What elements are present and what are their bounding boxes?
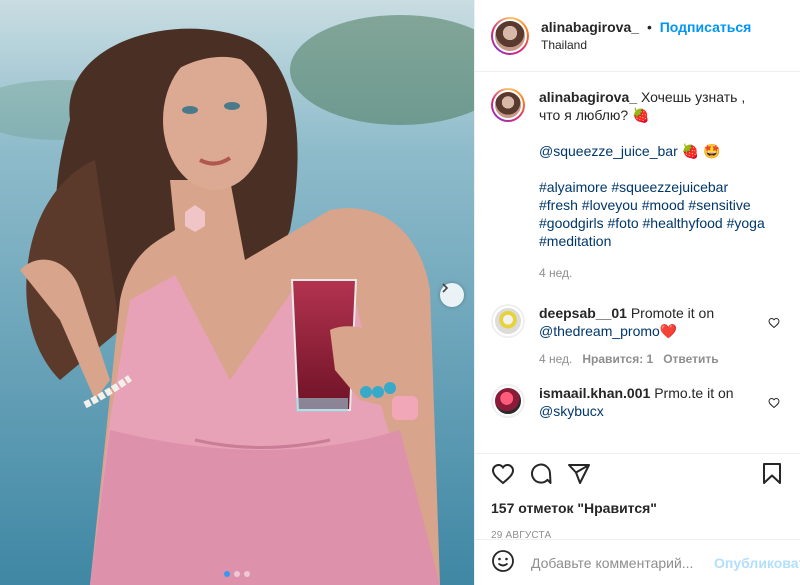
comment-body: ismaail.khan.001 Prmo.te it on @skybucx: [539, 384, 765, 420]
comment-icon[interactable]: [529, 462, 553, 489]
commenter-username[interactable]: deepsab__01: [539, 305, 627, 321]
heart-icon[interactable]: [768, 396, 780, 412]
add-comment-input[interactable]: [529, 553, 714, 572]
caption-avatar[interactable]: [491, 88, 525, 122]
avatar-image: [493, 386, 523, 416]
author-username[interactable]: alinabagirova_: [541, 19, 639, 35]
caption-time[interactable]: 4 нед.: [539, 264, 572, 282]
comment-mention[interactable]: @thedream_promo: [539, 323, 660, 339]
comment-text: Promote it on: [630, 305, 715, 321]
next-slide-button[interactable]: [440, 283, 464, 307]
action-icons: [491, 458, 784, 492]
comment-body: deepsab__01 Promote it on @thedream_prom…: [539, 304, 765, 368]
location-link[interactable]: Thailand: [541, 36, 751, 54]
caption-hashtags[interactable]: #alyaimore #squeezzejuicebar #fresh #lov…: [539, 178, 765, 250]
comment-mention[interactable]: @skybucx: [539, 403, 604, 419]
caption-mention[interactable]: @squeezze_juice_bar: [539, 143, 678, 159]
carousel-indicator: [0, 571, 474, 577]
strawberry-emoji: 🍓: [632, 107, 650, 123]
emoji-icon[interactable]: [491, 549, 515, 576]
avatar-image: [493, 306, 523, 336]
carousel-dot: [234, 571, 240, 577]
likes-count[interactable]: 157 отметок "Нравится": [491, 500, 784, 516]
publish-button[interactable]: Опубликовать: [714, 555, 800, 571]
commenter-avatar[interactable]: [491, 384, 525, 418]
share-icon[interactable]: [567, 462, 591, 489]
reply-button[interactable]: Ответить: [663, 350, 718, 368]
commenter-username[interactable]: ismaail.khan.001: [539, 385, 650, 401]
follow-button[interactable]: Подписаться: [660, 19, 752, 35]
post: alinabagirova_ • Подписаться Thailand al…: [0, 0, 800, 585]
heart-icon[interactable]: [768, 316, 780, 332]
comments-area: alinabagirova_ Хочешь узнать , что я люб…: [475, 72, 800, 454]
carousel-dot: [224, 571, 230, 577]
save-icon[interactable]: [760, 462, 784, 489]
comment-item: deepsab__01 Promote it on @thedream_prom…: [491, 304, 784, 368]
like-icon[interactable]: [491, 462, 515, 489]
commenter-avatar[interactable]: [491, 304, 525, 338]
carousel-dot: [244, 571, 250, 577]
comment-time[interactable]: 4 нед.: [539, 350, 572, 368]
avatar-image: [493, 18, 527, 53]
caption-username[interactable]: alinabagirova_: [539, 89, 637, 105]
post-header: alinabagirova_ • Подписаться Thailand: [475, 0, 800, 72]
caption: alinabagirova_ Хочешь узнать , что я люб…: [491, 88, 784, 282]
caption-body: alinabagirova_ Хочешь узнать , что я люб…: [539, 88, 765, 282]
post-sidebar: alinabagirova_ • Подписаться Thailand al…: [474, 0, 800, 585]
comment-text: Prmo.te it on: [654, 385, 734, 401]
author-avatar[interactable]: [491, 16, 529, 55]
avatar-image: [493, 90, 523, 120]
heart-emoji: ❤️: [659, 323, 678, 339]
author-info: alinabagirova_ • Подписаться Thailand: [541, 18, 751, 54]
post-actions: 157 отметок "Нравится" 29 августа: [475, 453, 800, 541]
caption-emojis: 🍓 🤩: [681, 143, 721, 159]
post-photo[interactable]: [0, 0, 474, 585]
comment-likes[interactable]: Нравится: 1: [582, 350, 653, 368]
separator-dot: •: [646, 18, 652, 35]
photo-illustration: [0, 0, 474, 585]
comment-item: ismaail.khan.001 Prmo.te it on @skybucx: [491, 384, 784, 420]
add-comment-bar: Опубликовать: [475, 539, 800, 585]
